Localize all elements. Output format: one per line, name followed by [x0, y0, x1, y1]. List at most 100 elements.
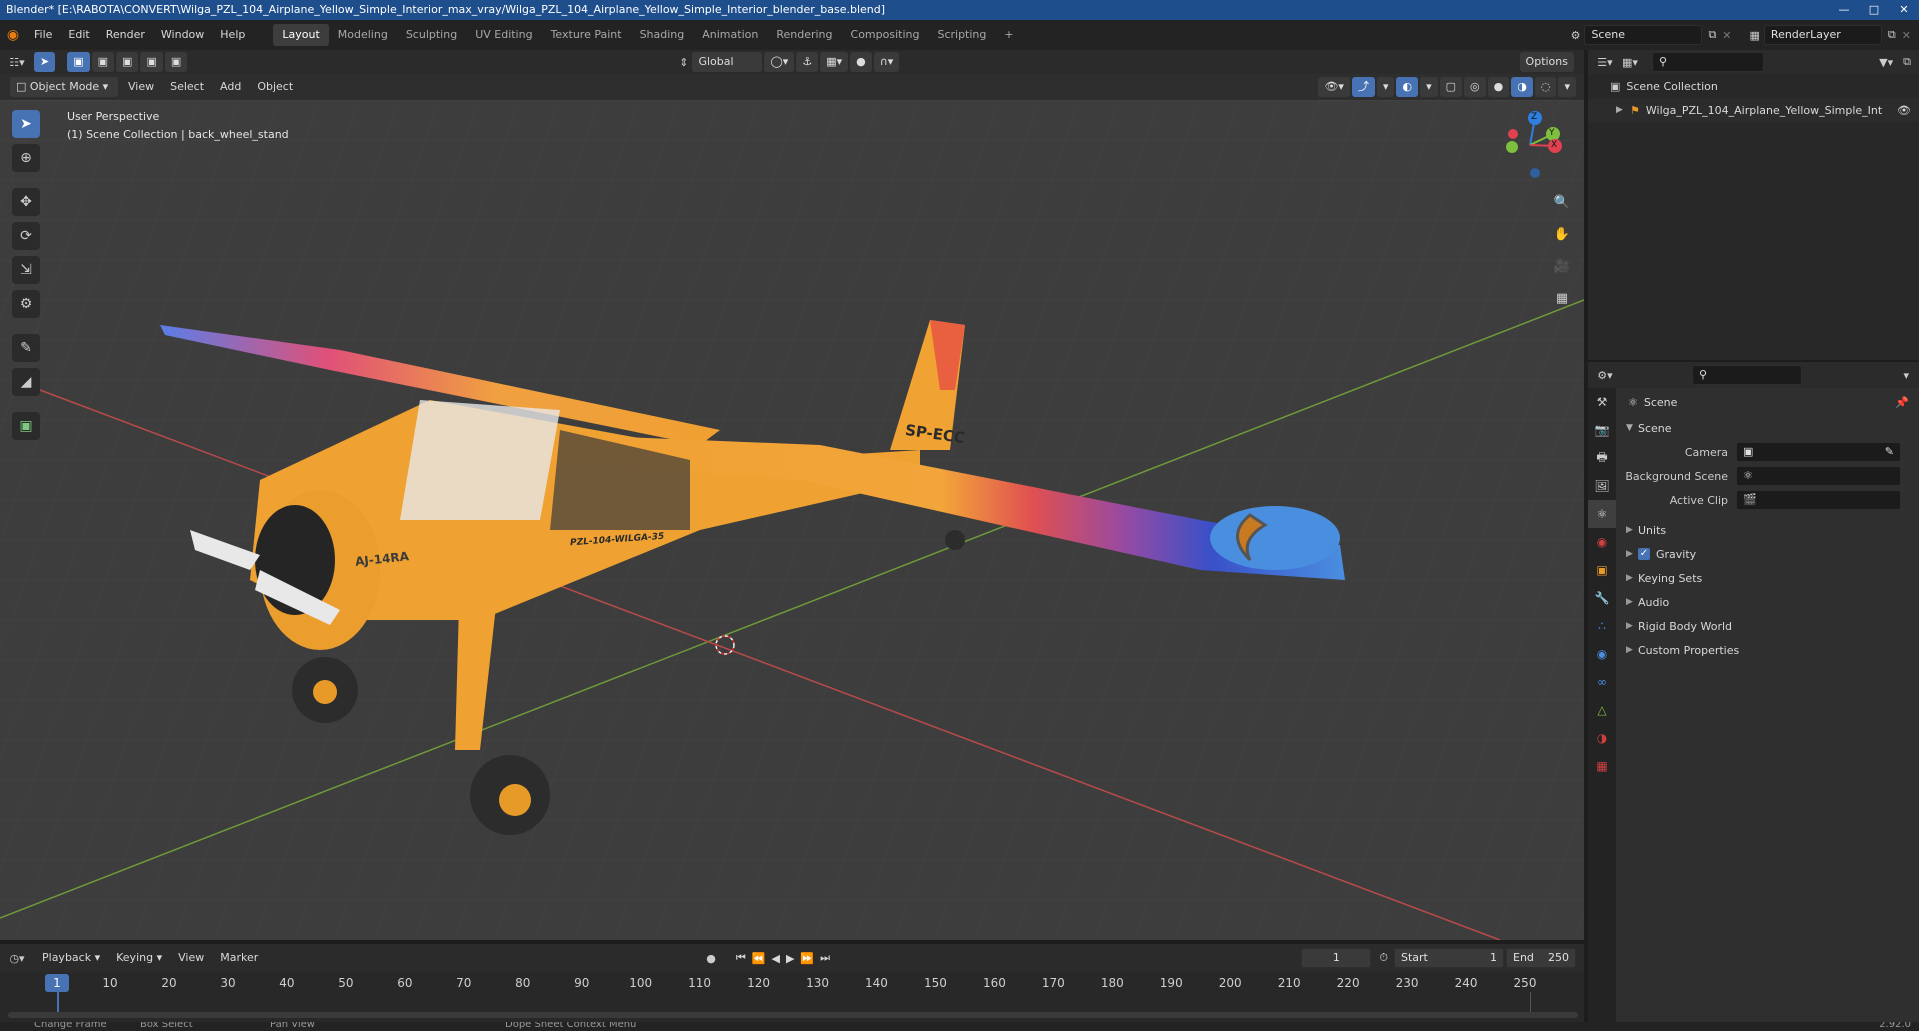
- perspective-toggle-icon[interactable]: ▦: [1550, 286, 1574, 310]
- pivot-point-icon[interactable]: ◯▾: [764, 52, 795, 72]
- custom-properties-panel[interactable]: ▶ Custom Properties: [1616, 638, 1919, 662]
- navigation-gizmo[interactable]: Z Y X: [1495, 110, 1565, 180]
- new-renderlayer-icon[interactable]: ⧉: [1888, 28, 1896, 42]
- zoom-icon[interactable]: 🔍: [1550, 190, 1574, 214]
- properties-search-input[interactable]: ⚲: [1692, 365, 1802, 385]
- timeline-menu-marker[interactable]: Marker: [212, 947, 266, 969]
- shading-material-icon[interactable]: ◑: [1511, 77, 1533, 97]
- jump-end-icon[interactable]: ⏭: [820, 951, 830, 965]
- scene-panel-header[interactable]: ▼ Scene: [1616, 416, 1919, 440]
- expand-arrow-icon[interactable]: ▶: [1616, 105, 1630, 115]
- tab-sculpting[interactable]: Sculpting: [397, 24, 466, 46]
- xray-toggle-icon[interactable]: ▢: [1439, 77, 1463, 97]
- object-tab-icon[interactable]: ▣: [1588, 556, 1616, 584]
- keying-sets-panel[interactable]: ▶ Keying Sets: [1616, 566, 1919, 590]
- transform-orientation-dropdown[interactable]: Global: [692, 52, 763, 72]
- frame-start-field[interactable]: Start 1: [1394, 948, 1504, 968]
- camera-view-icon[interactable]: 🎥: [1550, 254, 1574, 278]
- background-scene-field[interactable]: ⚛: [1736, 466, 1901, 486]
- annotate-tool-icon[interactable]: ✎: [12, 334, 40, 362]
- tool-tab-icon[interactable]: ⚒: [1588, 388, 1616, 416]
- transform-tool-icon[interactable]: ⚙: [12, 290, 40, 318]
- display-mode-icon[interactable]: ▦▾: [1622, 56, 1652, 69]
- particles-tab-icon[interactable]: ∴: [1588, 612, 1616, 640]
- render-tab-icon[interactable]: 📷: [1588, 416, 1616, 444]
- close-icon[interactable]: ✕: [1889, 0, 1919, 20]
- tab-modeling[interactable]: Modeling: [329, 24, 397, 46]
- tab-shading[interactable]: Shading: [631, 24, 694, 46]
- snap-toggle-icon[interactable]: ⚓: [796, 52, 819, 72]
- timeline-menu-keying[interactable]: Keying ▾: [108, 947, 170, 969]
- measure-tool-icon[interactable]: ◢: [12, 368, 40, 396]
- select-box-icon[interactable]: ➤: [12, 110, 40, 138]
- 3d-viewport[interactable]: SP-ECC PZL-104-WILGA-35 AJ-14RA User Per…: [0, 100, 1584, 940]
- select-mode-extend-icon[interactable]: ▣: [91, 52, 115, 72]
- shading-rendered-icon[interactable]: ◌: [1534, 77, 1557, 97]
- add-cube-tool-icon[interactable]: ▣: [12, 412, 40, 440]
- play-icon[interactable]: ▶: [786, 952, 794, 965]
- cursor-tool-icon[interactable]: ⊕: [12, 144, 40, 172]
- delete-renderlayer-icon[interactable]: ✕: [1902, 29, 1911, 42]
- rigid-body-world-panel[interactable]: ▶ Rigid Body World: [1616, 614, 1919, 638]
- select-mode-invert-icon[interactable]: ▣: [140, 52, 163, 72]
- frame-end-field[interactable]: End 250: [1506, 948, 1576, 968]
- add-workspace-icon[interactable]: +: [995, 24, 1022, 46]
- visibility-eye-icon[interactable]: 👁: [1897, 104, 1911, 117]
- blender-logo-icon[interactable]: ◉: [0, 27, 26, 43]
- renderlayer-field[interactable]: RenderLayer: [1763, 25, 1882, 45]
- active-clip-field[interactable]: 🎬: [1736, 490, 1901, 510]
- play-reverse-icon[interactable]: ◀: [771, 952, 779, 965]
- gravity-checkbox[interactable]: ✓: [1638, 548, 1650, 560]
- timeline-area[interactable]: 1 10 20 30 40 50 60 70 80 90 100 110 120 130 140 150 160…: [0, 972, 1584, 1022]
- snap-element-icon[interactable]: ▦▾: [820, 52, 849, 72]
- new-scene-icon[interactable]: ⧉: [1708, 28, 1716, 42]
- options-dropdown[interactable]: Options: [1519, 52, 1574, 72]
- properties-editor-type-icon[interactable]: ⚙▾: [1588, 369, 1622, 382]
- viewport-menu-view[interactable]: View: [120, 76, 162, 98]
- overlay-toggle-icon[interactable]: ◐: [1396, 77, 1419, 97]
- current-frame-field[interactable]: 1: [1301, 948, 1372, 968]
- eyedropper-icon[interactable]: ✎: [1885, 443, 1894, 461]
- menu-edit[interactable]: Edit: [60, 24, 97, 46]
- timeline-ruler[interactable]: 1 10 20 30 40 50 60 70 80 90 100 110 120 130 140 150 160…: [0, 972, 1584, 994]
- menu-render[interactable]: Render: [98, 24, 153, 46]
- timeline-menu-view[interactable]: View: [170, 947, 212, 969]
- renderlayer-icon[interactable]: ▦: [1750, 29, 1760, 42]
- physics-tab-icon[interactable]: ◉: [1588, 640, 1616, 668]
- preview-range-icon[interactable]: ⏱: [1379, 951, 1388, 965]
- shading-solid-icon[interactable]: ●: [1487, 77, 1510, 97]
- scene-selector-icon[interactable]: ⚙: [1571, 29, 1581, 42]
- tab-rendering[interactable]: Rendering: [767, 24, 841, 46]
- editor-type-icon[interactable]: ☷▾: [0, 56, 34, 69]
- pan-hand-icon[interactable]: ✋: [1550, 222, 1574, 246]
- new-collection-icon[interactable]: ⧉: [1903, 55, 1911, 69]
- tab-layout[interactable]: Layout: [273, 24, 329, 46]
- overlay-dropdown-icon[interactable]: ▾: [1420, 77, 1438, 97]
- filter-icon[interactable]: ▼▾: [1879, 56, 1893, 69]
- shading-dropdown-icon[interactable]: ▾: [1558, 77, 1576, 97]
- pin-icon[interactable]: 📌: [1895, 396, 1909, 409]
- scene-field[interactable]: Scene: [1584, 25, 1703, 45]
- data-tab-icon[interactable]: △: [1588, 696, 1616, 724]
- output-tab-icon[interactable]: 🖶: [1588, 444, 1616, 472]
- gizmo-dropdown-icon[interactable]: ▾: [1376, 77, 1395, 97]
- delete-scene-icon[interactable]: ✕: [1722, 29, 1731, 42]
- properties-options-icon[interactable]: ▾: [1903, 369, 1909, 382]
- scale-tool-icon[interactable]: ⇲: [12, 256, 40, 284]
- record-icon[interactable]: ●: [706, 952, 716, 965]
- timeline-scrollbar[interactable]: [8, 1012, 1578, 1018]
- world-tab-icon[interactable]: ◉: [1588, 528, 1616, 556]
- modifier-tab-icon[interactable]: 🔧: [1588, 584, 1616, 612]
- gravity-panel[interactable]: ▶ ✓ Gravity: [1616, 542, 1919, 566]
- viewport-menu-add[interactable]: Add: [212, 76, 249, 98]
- tab-compositing[interactable]: Compositing: [842, 24, 929, 46]
- maximize-icon[interactable]: □: [1859, 0, 1889, 20]
- constraints-tab-icon[interactable]: ∞: [1588, 668, 1616, 696]
- select-mode-new-icon[interactable]: ▣: [67, 52, 90, 72]
- shading-wireframe-icon[interactable]: ◎: [1464, 77, 1486, 97]
- outliner-search-input[interactable]: ⚲: [1652, 52, 1764, 72]
- scene-tab-icon[interactable]: ⚛: [1588, 500, 1616, 528]
- tab-uv-editing[interactable]: UV Editing: [466, 24, 541, 46]
- view-layer-tab-icon[interactable]: 🖼: [1588, 472, 1616, 500]
- jump-start-icon[interactable]: ⏮: [736, 951, 746, 965]
